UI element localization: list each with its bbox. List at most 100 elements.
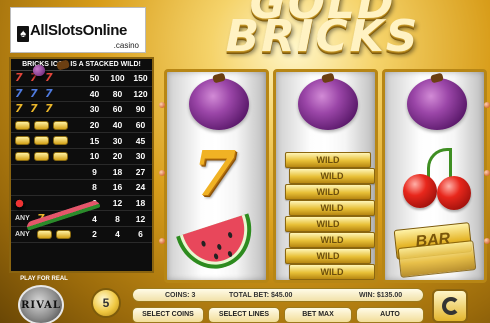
payout-value: 40: [112, 120, 123, 131]
payout-value: 60: [135, 120, 146, 131]
bar-any-icon: [56, 229, 71, 239]
payout-value: 30: [112, 135, 123, 146]
payout-value: 27: [135, 166, 146, 177]
watermelon-icon: [176, 213, 262, 279]
plum-icon: [298, 78, 358, 130]
plum-icon: [33, 65, 45, 76]
seven-gold-icon: 7: [30, 102, 38, 116]
payout-value: 8: [92, 182, 97, 193]
select-lines-button[interactable]: SELECT LINES: [208, 307, 280, 323]
payout-value: 120: [133, 88, 148, 99]
reel-3: BAR: [382, 69, 487, 283]
payout-value: 18: [135, 198, 146, 209]
payout-value: 9: [92, 166, 97, 177]
payout-value: 6: [138, 229, 143, 240]
payout-value: 30: [135, 151, 146, 162]
paytable-row: ANY 2 4 6: [11, 227, 152, 243]
wild-brick-icon: WILD: [285, 184, 371, 200]
paytable-row: 7 7 7 50 100 150: [11, 71, 152, 87]
paytable: BRICKS ICON IS A STACKED WILD! 7 7 7 50 100 1…: [9, 57, 154, 273]
payline-marker: [159, 102, 165, 108]
spin-arrows-icon: [442, 297, 460, 315]
payline-marker: [159, 238, 165, 244]
seven-blue-icon: 7: [30, 86, 38, 100]
wild-brick-icon: WILD: [289, 168, 375, 184]
payout-value: 60: [112, 104, 123, 115]
payout-value: 100: [110, 73, 125, 84]
payline-marker: [159, 170, 165, 176]
payline-marker: [484, 170, 490, 176]
auto-button[interactable]: AUTO: [356, 307, 424, 323]
payout-value: 15: [89, 135, 100, 146]
play-for-real-label: PLAY FOR REAL: [20, 276, 68, 282]
ace-card-icon: ♠: [17, 26, 29, 42]
payline-marker: [484, 238, 490, 244]
any-label: ANY: [15, 230, 30, 238]
wild-brick-icon: WILD: [285, 216, 371, 232]
payout-value: 150: [133, 73, 148, 84]
payout-value: 50: [89, 73, 100, 84]
paytable-row: 9 18 27: [11, 65, 152, 181]
bar-double-icon: [34, 136, 49, 146]
paytable-row: 7 7 7 40 80 120: [11, 87, 152, 103]
title-line-2: BRICKS: [225, 11, 420, 62]
payout-value: 16: [112, 182, 123, 193]
payline-marker: [484, 102, 490, 108]
seven-gold-icon: 7: [45, 102, 53, 116]
wild-brick-icon: WILD: [285, 152, 371, 168]
bar-triple-icon: [34, 120, 49, 130]
payout-value: 45: [135, 135, 146, 146]
bar-icon-lower: [397, 240, 477, 278]
total-bet-label: TOTAL BET: $45.00: [229, 292, 293, 299]
plum-icon: [189, 78, 249, 130]
bet-info-bar: COINS: 3 TOTAL BET: $45.00 WIN: $135.00: [132, 288, 424, 302]
bar-single-icon: [15, 151, 30, 161]
payout-value: 40: [89, 88, 100, 99]
seven-blue-icon: 7: [45, 86, 53, 100]
wild-brick-icon: WILD: [289, 200, 375, 216]
payout-value: 10: [89, 151, 100, 162]
payout-value: 12: [135, 213, 146, 224]
bar-any-icon: [37, 229, 52, 239]
payout-value: 80: [112, 88, 123, 99]
wild-brick-icon: WILD: [289, 264, 375, 280]
casino-logo: ♠ AllSlotsOnline .casino: [10, 7, 146, 53]
cherries-icon: [397, 144, 481, 214]
payout-value: 24: [135, 182, 146, 193]
bet-max-button[interactable]: BET MAX: [284, 307, 352, 323]
play-for-real-button[interactable]: PLAY FOR REAL RIVAL: [12, 276, 72, 323]
wild-brick-icon: WILD: [289, 232, 375, 248]
paytable-row: 8 16 24: [11, 180, 152, 231]
cherry-icon: [15, 198, 24, 208]
coins-label: COINS: 3: [165, 292, 196, 299]
payout-value: 20: [112, 151, 123, 162]
payout-value: 4: [92, 213, 97, 224]
win-label: WIN: $135.00: [359, 292, 403, 299]
seven-red-icon: 7: [45, 71, 53, 85]
paytable-row: 10 20 30: [11, 149, 152, 165]
paytable-row: 15 30 45: [11, 133, 152, 149]
seven-red-icon: 7: [15, 71, 23, 85]
paytable-row: 7 7 7 30 60 90: [11, 102, 152, 118]
reel-2: WILD WILD WILD WILD WILD WILD WILD WILD: [273, 69, 378, 283]
logo-subtext: .casino: [113, 41, 139, 50]
bar-double-icon: [15, 136, 30, 146]
payout-value: 90: [135, 104, 146, 115]
bar-double-icon: [53, 136, 68, 146]
game-title: GOLD BRICKS: [185, 0, 460, 64]
seven-blue-icon: 7: [15, 86, 23, 100]
wild-brick-icon: WILD: [285, 248, 371, 264]
spin-button[interactable]: [432, 289, 468, 323]
bar-single-icon: [53, 151, 68, 161]
paytable-row: 20 40 60: [11, 118, 152, 134]
payout-value: 18: [112, 166, 123, 177]
rival-logo: RIVAL: [18, 285, 64, 323]
reel-1: 7: [164, 69, 269, 283]
select-coins-button[interactable]: SELECT COINS: [132, 307, 204, 323]
coin-value-chip[interactable]: 5: [91, 288, 121, 318]
payout-value: 8: [115, 213, 120, 224]
payout-value: 20: [89, 120, 100, 131]
payout-value: 2: [92, 229, 97, 240]
bar-triple-icon: [15, 120, 30, 130]
seven-icon: 7: [193, 137, 237, 210]
